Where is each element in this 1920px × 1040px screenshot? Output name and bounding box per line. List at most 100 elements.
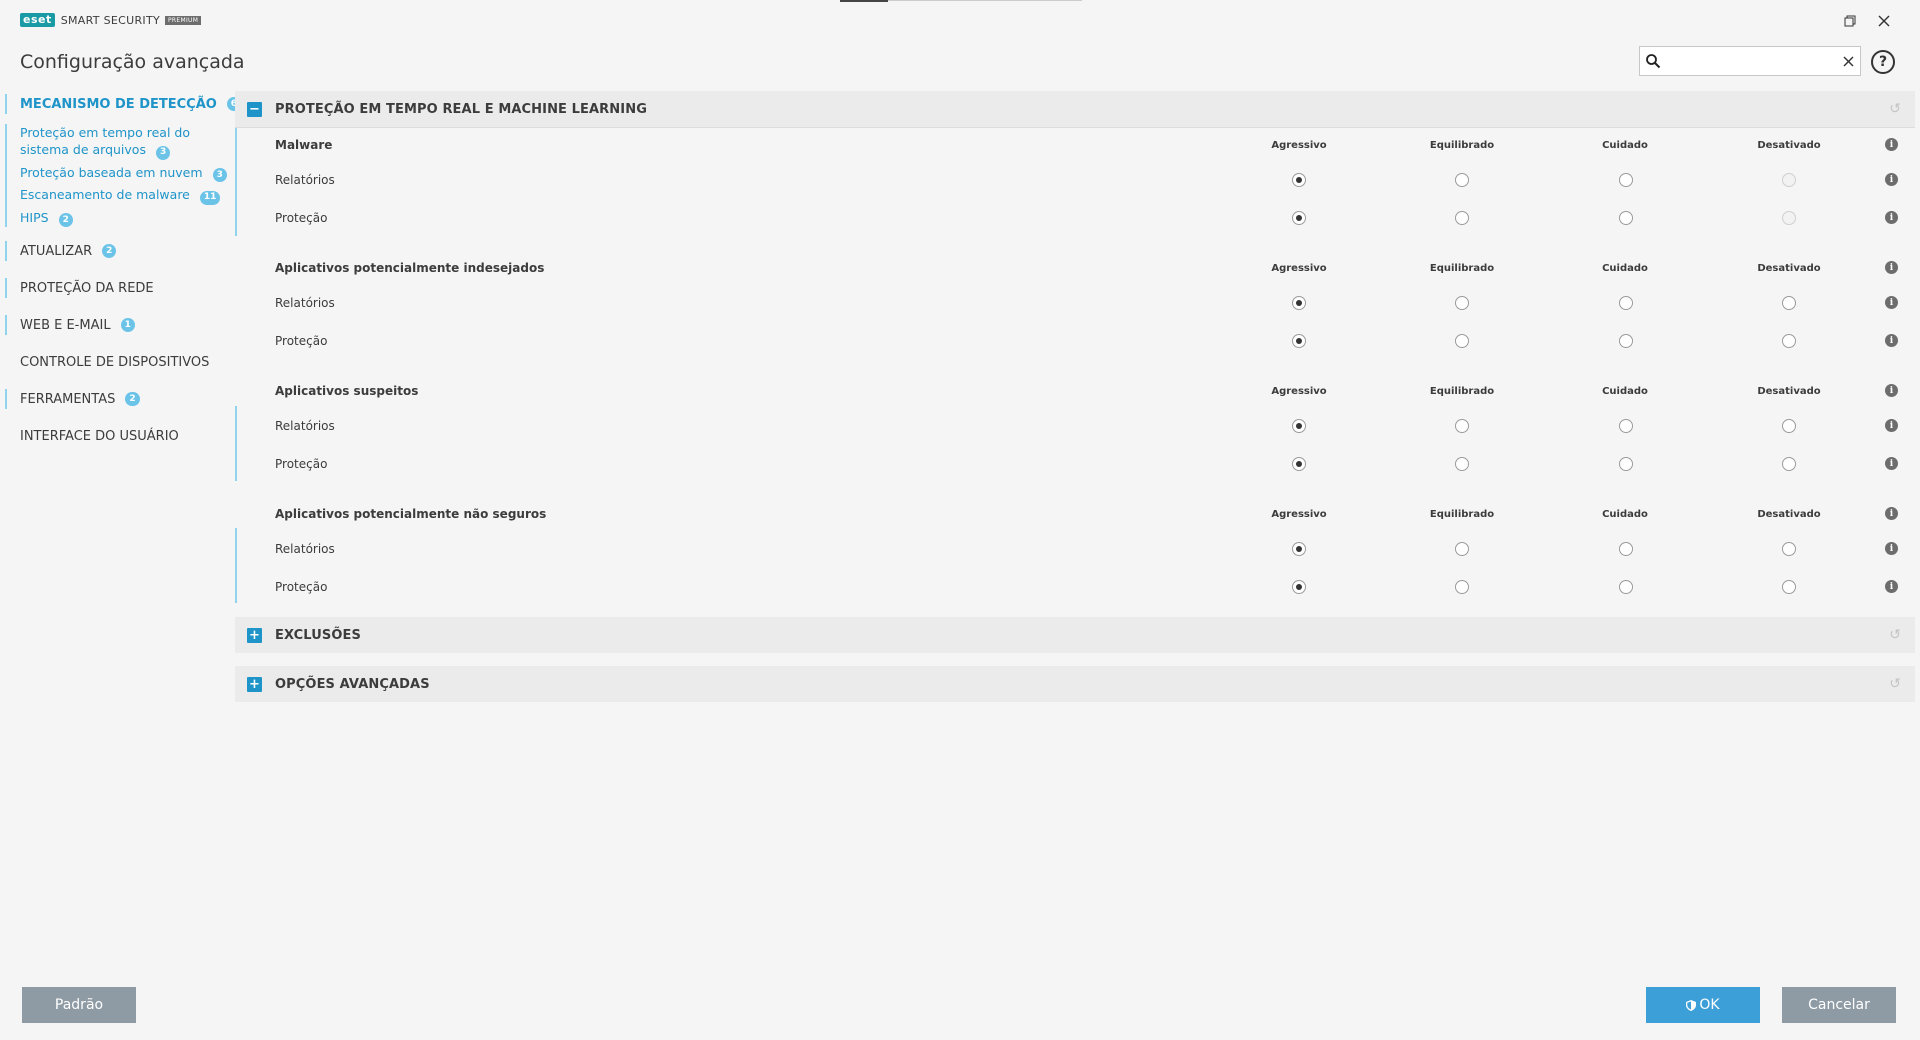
radio-equilibrado[interactable] <box>1455 296 1469 310</box>
radio-agressivo[interactable] <box>1292 419 1306 433</box>
radio-cuidado[interactable] <box>1619 419 1633 433</box>
radio-desativado[interactable] <box>1782 542 1796 556</box>
close-window-button[interactable] <box>1872 10 1896 32</box>
setting-row: Relatórios i <box>275 161 1898 199</box>
revert-icon[interactable]: ↺ <box>1889 627 1901 643</box>
search-box[interactable] <box>1639 46 1861 76</box>
radio-cuidado[interactable] <box>1619 334 1633 348</box>
radio-agressivo[interactable] <box>1292 334 1306 348</box>
radio-cuidado[interactable] <box>1619 173 1633 187</box>
radio-equilibrado[interactable] <box>1455 173 1469 187</box>
search-icon <box>1640 47 1666 75</box>
sidebar-item-user-interface[interactable]: INTERFACE DO USUÁRIO <box>0 424 236 448</box>
info-icon[interactable]: i <box>1885 173 1898 186</box>
expand-icon[interactable]: + <box>247 676 262 692</box>
default-button[interactable]: Padrão <box>22 987 136 1023</box>
group-title: Aplicativos potencialmente indesejados <box>275 261 545 275</box>
column-header: Cuidado <box>1602 385 1648 397</box>
sidebar-item-bar <box>5 241 7 261</box>
sidebar-subitem-cloud-protection[interactable]: Proteção baseada em nuvem 3 <box>20 164 230 182</box>
column-header: Equilibrado <box>1429 262 1495 274</box>
sidebar-subitem-realtime-protection[interactable]: Proteção em tempo real do sistema de arq… <box>20 124 230 160</box>
radio-cuidado[interactable] <box>1619 457 1633 471</box>
radio-equilibrado[interactable] <box>1455 334 1469 348</box>
radio-cuidado[interactable] <box>1619 542 1633 556</box>
column-header: Agressivo <box>1271 262 1327 274</box>
radio-cuidado[interactable] <box>1619 580 1633 594</box>
clear-search-icon[interactable] <box>1836 47 1860 75</box>
info-icon[interactable]: i <box>1885 261 1898 274</box>
info-icon[interactable]: i <box>1885 542 1898 555</box>
sidebar-item-update[interactable]: ATUALIZAR 2 <box>0 239 236 263</box>
sidebar-item-network-protection[interactable]: PROTEÇÃO DA REDE <box>0 276 236 300</box>
sidebar-item-device-control[interactable]: CONTROLE DE DISPOSITIVOS <box>0 350 236 374</box>
sidebar-subitems-bar <box>5 124 7 227</box>
section-realtime-ml-header[interactable]: − PROTEÇÃO EM TEMPO REAL E MACHINE LEARN… <box>235 91 1915 127</box>
restore-icon <box>1844 15 1856 27</box>
info-icon[interactable]: i <box>1885 384 1898 397</box>
radio-cuidado[interactable] <box>1619 211 1633 225</box>
radio-agressivo[interactable] <box>1292 457 1306 471</box>
column-header: Cuidado <box>1602 139 1648 151</box>
radio-equilibrado[interactable] <box>1455 457 1469 471</box>
revert-icon[interactable]: ↺ <box>1889 101 1901 117</box>
sidebar-item-detection-engine[interactable]: MECANISMO DE DETECÇÃO 6 <box>0 92 241 116</box>
restore-window-button[interactable] <box>1838 10 1862 32</box>
radio-desativado[interactable] <box>1782 419 1796 433</box>
radio-desativado[interactable] <box>1782 457 1796 471</box>
settings-group: Aplicativos potencialmente não seguros Ag… <box>275 498 1898 606</box>
radio-equilibrado[interactable] <box>1455 580 1469 594</box>
section-title: EXCLUSÕES <box>275 627 361 643</box>
info-icon[interactable]: i <box>1885 419 1898 432</box>
sidebar-item-label: FERRAMENTAS <box>20 391 116 407</box>
collapse-icon[interactable]: − <box>247 101 262 117</box>
info-icon[interactable]: i <box>1885 296 1898 309</box>
sidebar-subitem-label: Escaneamento de malware <box>20 187 190 202</box>
help-icon[interactable]: ? <box>1871 50 1895 74</box>
search-input[interactable] <box>1666 48 1836 74</box>
page-title: Configuração avançada <box>20 51 245 73</box>
radio-agressivo[interactable] <box>1292 580 1306 594</box>
radio-cuidado[interactable] <box>1619 296 1633 310</box>
shield-icon <box>1686 999 1697 1011</box>
sidebar-item-label: PROTEÇÃO DA REDE <box>20 280 154 296</box>
radio-desativado[interactable] <box>1782 211 1796 225</box>
radio-agressivo[interactable] <box>1292 542 1306 556</box>
radio-agressivo[interactable] <box>1292 296 1306 310</box>
radio-agressivo[interactable] <box>1292 211 1306 225</box>
info-icon[interactable]: i <box>1885 457 1898 470</box>
ok-button[interactable]: OK <box>1646 987 1760 1023</box>
group-header-row: Aplicativos suspeitos Agressivo Equilibrad… <box>275 375 1898 407</box>
radio-desativado[interactable] <box>1782 296 1796 310</box>
radio-agressivo[interactable] <box>1292 173 1306 187</box>
sidebar-item-web-email[interactable]: WEB E E-MAIL 1 <box>0 313 236 337</box>
info-icon[interactable]: i <box>1885 334 1898 347</box>
cancel-button[interactable]: Cancelar <box>1782 987 1896 1023</box>
radio-desativado[interactable] <box>1782 334 1796 348</box>
section-advanced-options-header[interactable]: + OPÇÕES AVANÇADAS ↺ <box>235 666 1915 702</box>
info-icon[interactable]: i <box>1885 580 1898 593</box>
group-title: Aplicativos suspeitos <box>275 384 419 398</box>
radio-equilibrado[interactable] <box>1455 211 1469 225</box>
sidebar-subitems: Proteção em tempo real do sistema de arq… <box>0 124 236 227</box>
sidebar-subitem-hips[interactable]: HIPS 2 <box>20 209 230 227</box>
radio-equilibrado[interactable] <box>1455 419 1469 433</box>
info-icon[interactable]: i <box>1885 211 1898 224</box>
sidebar-subitem-malware-scan[interactable]: Escaneamento de malware 11 <box>20 186 230 205</box>
info-icon[interactable]: i <box>1885 138 1898 151</box>
revert-icon[interactable]: ↺ <box>1889 676 1901 692</box>
sidebar-item-tools[interactable]: FERRAMENTAS 2 <box>0 387 236 411</box>
expand-icon[interactable]: + <box>247 627 262 643</box>
info-icon[interactable]: i <box>1885 507 1898 520</box>
setting-label: Relatórios <box>275 542 335 556</box>
radio-desativado[interactable] <box>1782 173 1796 187</box>
column-header: Equilibrado <box>1429 385 1495 397</box>
settings-group: Aplicativos suspeitos Agressivo Equilibrad… <box>275 375 1898 483</box>
radio-desativado[interactable] <box>1782 580 1796 594</box>
column-header: Cuidado <box>1602 508 1648 520</box>
radio-equilibrado[interactable] <box>1455 542 1469 556</box>
eset-logo: eset <box>20 13 55 27</box>
column-header: Desativado <box>1757 508 1821 520</box>
column-header: Equilibrado <box>1429 139 1495 151</box>
section-exclusions-header[interactable]: + EXCLUSÕES ↺ <box>235 617 1915 653</box>
